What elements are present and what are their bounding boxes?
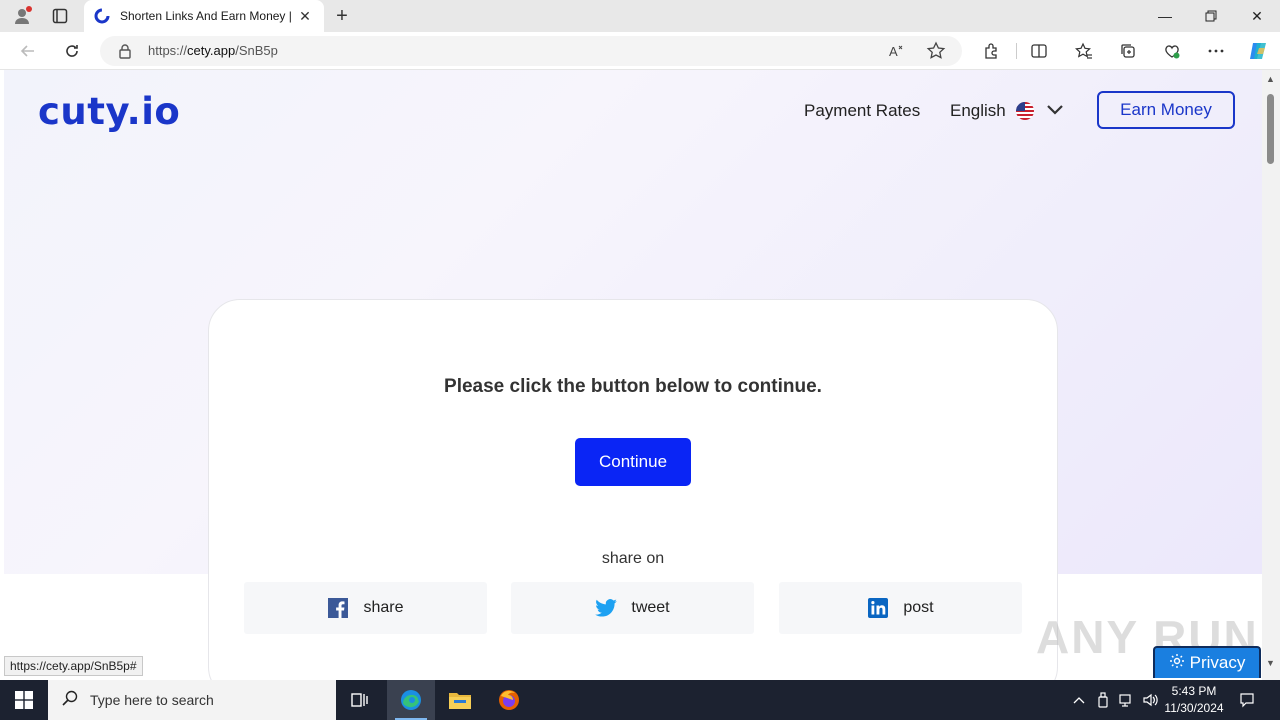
twitter-icon [595,597,618,619]
split-screen-icon[interactable] [1025,37,1053,65]
search-icon [62,690,78,711]
continue-card: Please click the button below to continu… [208,299,1058,680]
share-on-label: share on [601,550,665,567]
taskbar-search-box[interactable]: Type here to search [48,680,336,720]
tweet-label: tweet [631,599,670,616]
collections-icon[interactable] [1114,37,1142,65]
close-window-icon[interactable]: ✕ [1234,0,1280,32]
linkedin-icon [867,597,889,619]
back-icon[interactable] [14,37,42,65]
edge-taskbar-icon[interactable] [387,680,435,720]
language-selector[interactable]: English [950,101,1064,121]
earn-money-button[interactable]: Earn Money [1097,91,1235,129]
network-icon[interactable] [1117,680,1137,720]
tab-actions-icon[interactable] [46,4,74,28]
toolbar-divider [1016,43,1017,59]
page-scrollbar[interactable]: ▲ ▼ [1262,70,1280,680]
windows-taskbar: Type here to search 5:43 PM 11/30/2024 [0,680,1280,720]
windows-start-icon[interactable] [0,680,48,720]
scroll-thumb[interactable] [1267,94,1274,164]
privacy-button[interactable]: Privacy [1153,646,1261,678]
linkedin-share-button[interactable]: post [779,582,1022,634]
show-hidden-icons-icon[interactable] [1070,680,1088,720]
more-options-icon[interactable] [1202,37,1230,65]
favorite-star-icon[interactable] [926,41,946,66]
usb-device-icon[interactable] [1094,680,1112,720]
new-tab-icon[interactable]: + [330,4,354,28]
scroll-down-arrow-icon[interactable]: ▼ [1266,658,1275,668]
browser-essentials-icon[interactable] [1158,37,1186,65]
gear-icon [1169,653,1185,674]
clock-time: 5:43 PM [1171,684,1217,698]
facebook-icon [327,597,349,619]
continue-button[interactable]: Continue [575,438,691,486]
scroll-up-arrow-icon[interactable]: ▲ [1266,74,1275,84]
twitter-share-button[interactable]: tweet [511,582,754,634]
restore-icon[interactable] [1188,0,1234,32]
clock-date: 11/30/2024 [1164,701,1224,715]
continue-message: Please click the button below to continu… [444,376,822,397]
profile-icon[interactable] [8,4,36,28]
file-explorer-icon[interactable] [436,680,484,720]
extensions-icon[interactable] [977,37,1005,65]
browser-toolbar: https://cety.app/SnB5p A [0,32,1280,70]
copilot-icon[interactable] [1244,37,1272,65]
svg-text:A: A [889,44,898,59]
chevron-down-icon [1046,101,1064,121]
post-label: post [903,599,934,616]
search-placeholder: Type here to search [90,692,214,708]
privacy-label: Privacy [1189,653,1246,672]
language-label: English [950,101,1006,120]
taskbar-clock[interactable]: 5:43 PM 11/30/2024 [1158,683,1230,717]
browser-tab-bar: Shorten Links And Earn Money | ✕ + — ✕ [0,0,1280,32]
minimize-icon[interactable]: — [1142,0,1188,32]
browser-tab-active[interactable]: Shorten Links And Earn Money | ✕ [84,0,324,32]
task-view-icon[interactable] [336,680,384,720]
firefox-icon[interactable] [485,680,533,720]
notifications-icon[interactable] [1236,680,1258,720]
share-label: share [363,599,404,616]
tab-title: Shorten Links And Earn Money | [120,9,292,23]
facebook-share-button[interactable]: share [244,582,487,634]
lock-icon[interactable] [118,43,132,64]
status-bar-url: https://cety.app/SnB5p# [4,656,143,676]
payment-rates-link[interactable]: Payment Rates [804,101,920,121]
url-text: https://cety.app/SnB5p [148,43,278,58]
cuty-favicon-icon [94,8,110,24]
favorites-icon[interactable] [1070,37,1098,65]
refresh-icon[interactable] [58,37,86,65]
page-viewport: cuty.io Payment Rates English Earn Money [0,70,1262,680]
site-logo[interactable]: cuty.io [38,90,180,133]
address-bar[interactable]: https://cety.app/SnB5p A [100,36,962,66]
read-aloud-icon[interactable]: A [888,42,906,65]
close-tab-icon[interactable]: ✕ [296,7,314,25]
us-flag-icon [1015,102,1034,120]
